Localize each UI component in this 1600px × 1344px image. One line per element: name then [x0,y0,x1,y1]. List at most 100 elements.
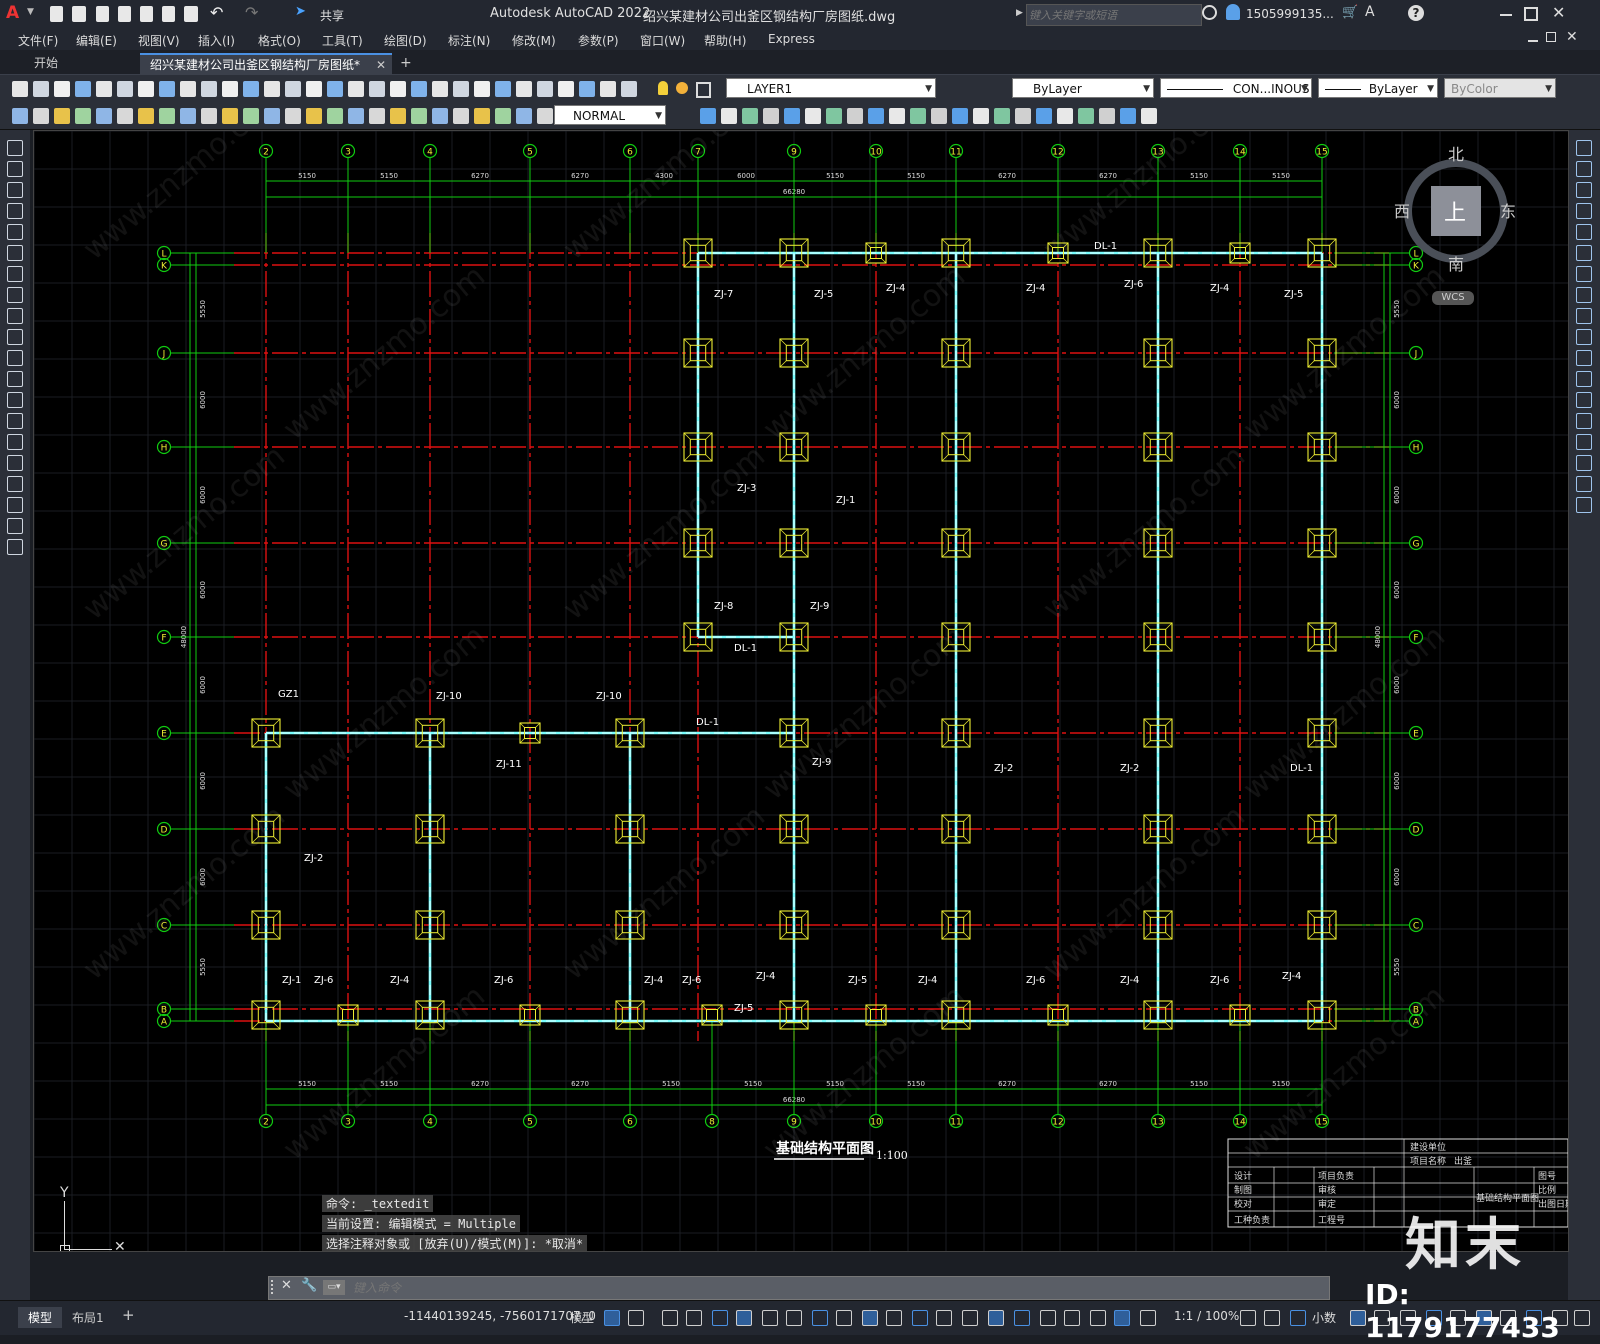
dimension-tool-icon[interactable] [54,108,70,124]
modify-tool-icon[interactable] [1576,224,1592,240]
modify-tool-icon[interactable] [1576,497,1592,513]
standard-tool-icon[interactable] [516,81,532,97]
menu-format[interactable]: 格式(O) [258,32,301,49]
dimension-tool-icon[interactable] [201,108,217,124]
app-menu-arrow-icon[interactable]: ▼ [27,7,34,17]
tab-layout1[interactable]: 布局1 [72,1309,104,1326]
modify-tool-icon[interactable] [1036,108,1052,124]
standard-tool-icon[interactable] [558,81,574,97]
dimension-tool-icon[interactable] [369,108,385,124]
search-expand-icon[interactable]: ▶ [1016,8,1023,18]
doc-close-icon[interactable]: ✕ [1566,29,1578,45]
status-toggle-icon[interactable] [604,1310,620,1326]
modify-tool-icon[interactable] [1576,266,1592,282]
status-toggle-icon[interactable] [886,1310,902,1326]
modify-tool-icon[interactable] [1576,350,1592,366]
close-window-icon[interactable]: ✕ [1552,3,1565,22]
modify-tool-icon[interactable] [1576,203,1592,219]
doc-minimize-icon[interactable] [1528,40,1538,42]
status-toggle-icon[interactable] [712,1310,728,1326]
standard-tool-icon[interactable] [579,81,595,97]
share-icon[interactable]: ➤ [295,4,306,19]
modify-tool-icon[interactable] [805,108,821,124]
modify-tool-icon[interactable] [742,108,758,124]
minimize-icon[interactable] [1500,14,1512,16]
menu-help[interactable]: 帮助(H) [704,32,746,49]
user-name[interactable]: 1505999135... [1246,7,1334,21]
modify-tool-icon[interactable] [1576,161,1592,177]
wcs-menu[interactable]: WCS [1432,291,1474,305]
tab-close-icon[interactable]: ✕ [376,55,386,75]
redo-icon[interactable]: ↷ [245,3,258,22]
draw-tool-icon[interactable] [7,203,23,219]
draw-tool-icon[interactable] [7,161,23,177]
annotation-scale[interactable]: 1:1 / 100% [1174,1309,1239,1323]
autodesk-app-icon[interactable]: A [1365,4,1375,20]
modify-tool-icon[interactable] [868,108,884,124]
draw-tool-icon[interactable] [7,266,23,282]
plot-icon[interactable] [184,6,198,22]
modify-tool-icon[interactable] [1576,287,1592,303]
modify-tool-icon[interactable] [1576,413,1592,429]
standard-tool-icon[interactable] [348,81,364,97]
modify-tool-icon[interactable] [763,108,779,124]
modify-tool-icon[interactable] [1141,108,1157,124]
standard-tool-icon[interactable] [138,81,154,97]
modify-tool-icon[interactable] [1576,140,1592,156]
status-toggle-icon[interactable] [1140,1310,1156,1326]
menu-modify[interactable]: 修改(M) [512,32,556,49]
dimension-tool-icon[interactable] [12,108,28,124]
dimension-tool-icon[interactable] [243,108,259,124]
status-toggle-icon[interactable] [836,1310,852,1326]
dimension-tool-icon[interactable] [159,108,175,124]
model-space-button[interactable]: 模型 [570,1309,594,1326]
modify-tool-icon[interactable] [1120,108,1136,124]
dimension-tool-icon[interactable] [474,108,490,124]
drawing-canvas[interactable]: 5150 5150 6270 6270 4300 6000 5150 5150 6270 6270… [33,130,1569,1252]
modify-tool-icon[interactable] [1576,308,1592,324]
draw-tool-icon[interactable] [7,497,23,513]
dimension-tool-icon[interactable] [117,108,133,124]
modify-tool-icon[interactable] [1576,329,1592,345]
tab-start[interactable]: 开始 [24,53,68,73]
modify-tool-icon[interactable] [1576,182,1592,198]
standard-tool-icon[interactable] [432,81,448,97]
dimension-tool-icon[interactable] [138,108,154,124]
status-toggle-icon[interactable] [686,1310,702,1326]
modify-tool-icon[interactable] [1576,434,1592,450]
status-toggle-icon[interactable] [662,1310,678,1326]
menu-express[interactable]: Express [768,32,815,46]
standard-tool-icon[interactable] [222,81,238,97]
dimension-tool-icon[interactable] [33,108,49,124]
standard-tool-icon[interactable] [54,81,70,97]
command-close-icon[interactable]: ✕ [281,1278,292,1293]
status-toggle-icon[interactable] [786,1310,802,1326]
save-as-icon[interactable] [118,6,131,22]
viewcube-north[interactable]: 北 [1448,141,1464,165]
search-input[interactable] [1026,4,1202,26]
viewcube-east[interactable]: 东 [1500,198,1516,222]
draw-tool-icon[interactable] [7,329,23,345]
status-toggle-icon[interactable] [812,1310,828,1326]
menu-insert[interactable]: 插入(I) [198,32,235,49]
save-web-icon[interactable] [162,6,175,22]
viewcube[interactable]: 上 北 南 西 东 [1394,145,1516,274]
dimension-tool-icon[interactable] [96,108,112,124]
modify-tool-icon[interactable] [889,108,905,124]
add-layout-button[interactable]: + [122,1306,135,1324]
dimension-tool-icon[interactable] [432,108,448,124]
status-toggle-icon[interactable] [762,1310,778,1326]
standard-tool-icon[interactable] [621,81,637,97]
dimension-tool-icon[interactable] [390,108,406,124]
status-toggle-icon[interactable] [1114,1310,1130,1326]
modify-tool-icon[interactable] [1576,455,1592,471]
units-button[interactable]: 小数 [1312,1309,1336,1326]
standard-tool-icon[interactable] [537,81,553,97]
dimension-tool-icon[interactable] [453,108,469,124]
modify-tool-icon[interactable] [952,108,968,124]
viewcube-west[interactable]: 西 [1394,198,1410,222]
modify-tool-icon[interactable] [700,108,716,124]
draw-tool-icon[interactable] [7,413,23,429]
dimension-tool-icon[interactable] [306,108,322,124]
status-toggle-icon[interactable] [1290,1310,1306,1326]
